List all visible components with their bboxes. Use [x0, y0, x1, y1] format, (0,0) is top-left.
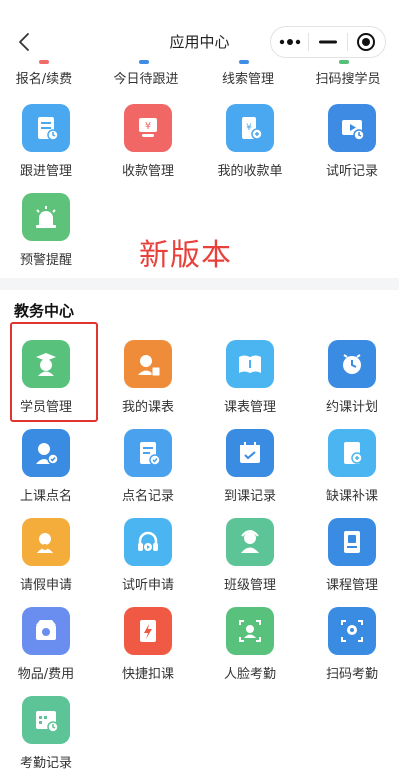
app-tile-label: 课程管理 [325, 578, 378, 593]
svg-text:¥: ¥ [246, 123, 252, 133]
payment-icon: ¥ [124, 104, 172, 152]
app-tile-label: 上课点名 [19, 489, 72, 504]
follow-up-icon [22, 104, 70, 152]
student-icon [22, 340, 70, 388]
more-dots-icon [279, 39, 300, 45]
leave-request-icon [22, 518, 70, 566]
app-tile-label: 班级管理 [223, 578, 276, 593]
icon-stub [339, 60, 349, 64]
my-schedule-icon [124, 340, 172, 388]
minus-icon [318, 40, 337, 44]
menu-item-enroll-renew[interactable]: 报名/续费 [0, 68, 94, 87]
app-tile-label: 我的收款单 [217, 164, 283, 179]
mini-program-capsule [270, 26, 386, 58]
app-tile-makeup-class[interactable]: 缺课补课 [308, 429, 399, 517]
trial-request-icon [124, 518, 172, 566]
course-manage-icon [328, 518, 376, 566]
app-tile-booking-plan[interactable]: 约课计划 [308, 340, 399, 428]
app-tile-roll-call-record[interactable]: 点名记录 [104, 429, 204, 517]
app-tile-label: 课表管理 [223, 400, 276, 415]
menu-item-scan-student[interactable]: 扫码搜学员 [298, 68, 398, 87]
close-button[interactable] [348, 27, 385, 57]
roll-call-icon [22, 429, 70, 477]
app-tile-trial-record[interactable]: 试听记录 [308, 104, 399, 192]
icon-stub [239, 60, 249, 64]
app-tile-alarm[interactable]: 预警提醒 [2, 193, 102, 281]
chevron-left-icon [19, 33, 29, 51]
app-tile-label: 跟进管理 [19, 164, 72, 179]
app-tile-label: 试听记录 [325, 164, 378, 179]
app-tile-label: 试听申请 [121, 578, 174, 593]
svg-text:¥: ¥ [145, 121, 151, 132]
app-tile-label: 请假申请 [19, 578, 72, 593]
quick-deduct-icon [124, 607, 172, 655]
app-tile-face-attendance[interactable]: 人脸考勤 [206, 607, 306, 695]
alarm-icon [22, 193, 70, 241]
makeup-class-icon [328, 429, 376, 477]
attendance-record-icon [226, 429, 274, 477]
app-tile-class-manage[interactable]: 班级管理 [206, 518, 306, 606]
section-divider [0, 278, 399, 290]
trial-record-icon [328, 104, 376, 152]
partial-row: 报名/续费 今日待跟进 线索管理 扫码搜学员 [0, 60, 399, 90]
app-tile-course-manage[interactable]: 课程管理 [308, 518, 399, 606]
app-tile-label: 物品/费用 [17, 667, 75, 682]
app-tile-label: 点名记录 [121, 489, 174, 504]
menu-item-today-follow[interactable]: 今日待跟进 [96, 68, 196, 87]
icon-stub [139, 60, 149, 64]
class-manage-icon [226, 518, 274, 566]
more-button[interactable] [271, 27, 308, 57]
section-title-academic: 教务中心 [14, 302, 75, 320]
app-tile-label: 到课记录 [223, 489, 276, 504]
roll-call-record-icon [124, 429, 172, 477]
new-version-annotation: 新版本 [139, 238, 232, 273]
attendance-log-icon [22, 696, 70, 744]
target-close-icon [357, 33, 376, 51]
app-tile-label: 约课计划 [325, 400, 378, 415]
app-tile-goods-fee[interactable]: 物品/费用 [2, 607, 102, 695]
schedule-manage-icon [226, 340, 274, 388]
app-tile-label: 考勤记录 [19, 756, 72, 771]
app-tile-trial-request[interactable]: 试听申请 [104, 518, 204, 606]
face-attendance-icon [226, 607, 274, 655]
menu-item-leads[interactable]: 线索管理 [198, 68, 298, 87]
app-tile-label: 我的课表 [121, 400, 174, 415]
app-tile-label: 预警提醒 [19, 253, 72, 268]
app-tile-label: 人脸考勤 [223, 667, 276, 682]
app-tile-leave-request[interactable]: 请假申请 [2, 518, 102, 606]
scan-attendance-icon [328, 607, 376, 655]
app-tile-schedule-manage[interactable]: 课表管理 [206, 340, 306, 428]
app-tile-attendance-record[interactable]: 到课记录 [206, 429, 306, 517]
app-tile-payment[interactable]: ¥ 收款管理 [104, 104, 204, 192]
icon-stub [39, 60, 49, 64]
app-tile-label: 收款管理 [121, 164, 174, 179]
minimize-button[interactable] [309, 27, 346, 57]
app-tile-receipt[interactable]: ¥ 我的收款单 [206, 104, 306, 192]
goods-fee-icon [22, 607, 70, 655]
app-tile-label: 缺课补课 [325, 489, 378, 504]
app-tile-label: 扫码考勤 [325, 667, 378, 682]
app-tile-quick-deduct[interactable]: 快捷扣课 [104, 607, 204, 695]
app-tile-label: 快捷扣课 [121, 667, 174, 682]
app-tile-follow-up[interactable]: 跟进管理 [2, 104, 102, 192]
receipt-icon: ¥ [226, 104, 274, 152]
app-tile-roll-call[interactable]: 上课点名 [2, 429, 102, 517]
app-tile-my-schedule[interactable]: 我的课表 [104, 340, 204, 428]
app-tile-label: 学员管理 [19, 400, 72, 415]
app-tile-student[interactable]: 学员管理 [2, 340, 102, 428]
app-tile-scan-attendance[interactable]: 扫码考勤 [308, 607, 399, 695]
booking-plan-icon [328, 340, 376, 388]
app-tile-attendance-log[interactable]: 考勤记录 [2, 696, 102, 772]
back-button[interactable] [12, 28, 36, 56]
